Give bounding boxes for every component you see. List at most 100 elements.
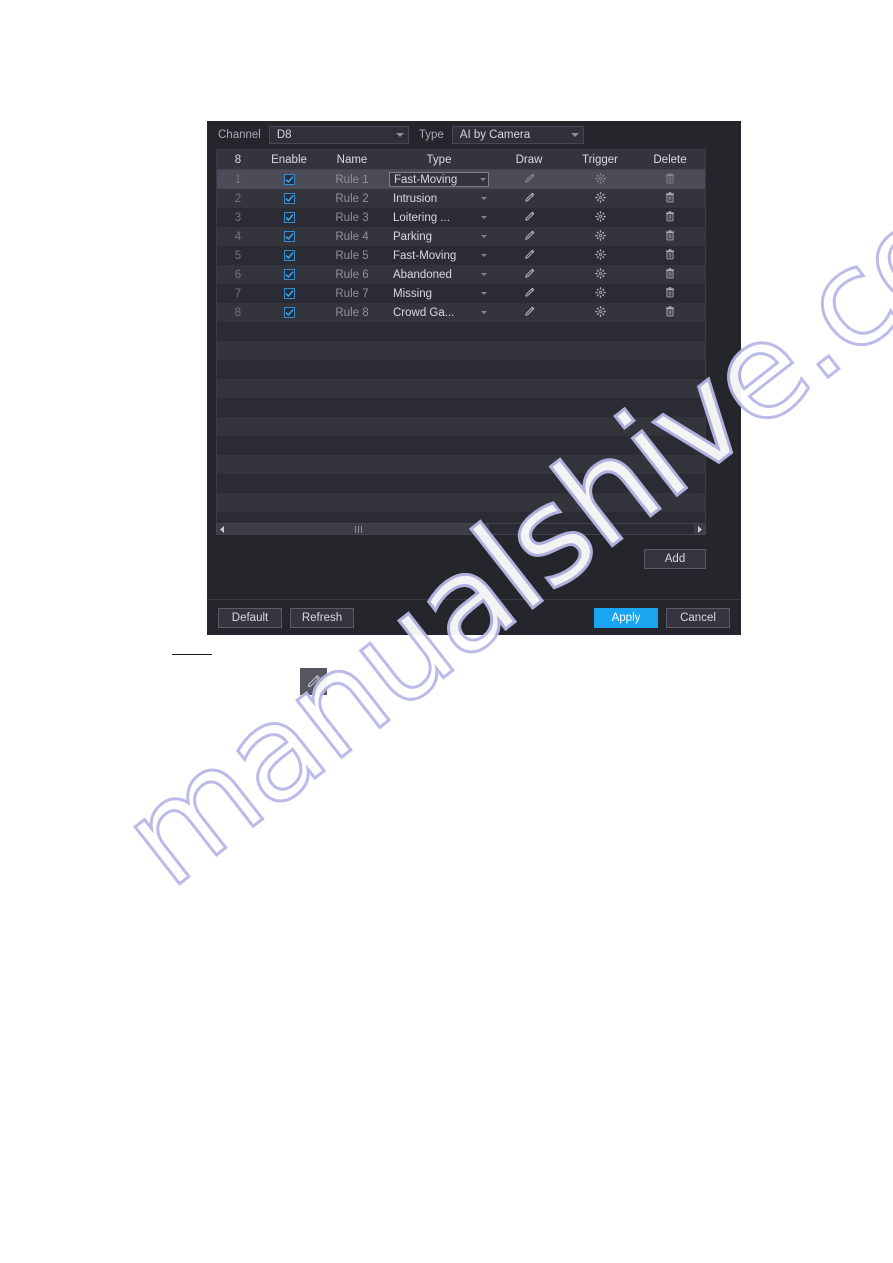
scroll-left-arrow-icon[interactable] — [217, 524, 228, 534]
chevron-down-icon — [481, 292, 487, 295]
enable-checkbox[interactable] — [283, 288, 295, 299]
table-row-empty — [217, 322, 705, 341]
channel-select[interactable]: D8 — [268, 126, 409, 144]
add-button-row: Add — [216, 549, 706, 569]
chevron-down-icon — [481, 273, 487, 276]
rule-type-value: Parking — [393, 230, 432, 243]
draw-edit-icon-button[interactable] — [300, 668, 327, 695]
rule-name: Rule 3 — [335, 211, 369, 224]
column-header-delete: Delete — [653, 153, 687, 166]
trigger-gear-icon[interactable] — [594, 267, 606, 282]
draw-pencil-icon[interactable] — [524, 192, 535, 206]
delete-trash-icon[interactable] — [665, 248, 675, 263]
table-row[interactable]: 7 Rule 7 Missing — [217, 284, 705, 303]
delete-trash-icon[interactable] — [665, 172, 675, 187]
rule-name: Rule 6 — [335, 268, 369, 281]
column-header-draw: Draw — [515, 153, 543, 166]
chevron-down-icon — [481, 216, 487, 219]
apply-button[interactable]: Apply — [594, 607, 658, 628]
table-body: 1 Rule 1 Fast-Moving 2 Rule 2 Intrusion 3 Rule … — [217, 170, 705, 533]
delete-trash-icon[interactable] — [665, 229, 675, 244]
table-row-empty — [217, 474, 705, 493]
rule-type-select[interactable]: Parking — [389, 229, 489, 244]
table-row[interactable]: 1 Rule 1 Fast-Moving — [217, 170, 705, 189]
table-row-empty — [217, 455, 705, 474]
column-header-trigger: Trigger — [582, 153, 618, 166]
enable-checkbox[interactable] — [283, 212, 295, 223]
rule-type-value: Abandoned — [393, 268, 452, 281]
draw-pencil-icon[interactable] — [524, 306, 535, 320]
rules-table: 8 Enable Name Type Draw Trigger Delete 1… — [216, 149, 706, 534]
cancel-button[interactable]: Cancel — [666, 607, 730, 628]
chevron-down-icon — [481, 197, 487, 200]
rule-type-select[interactable]: Crowd Ga... — [389, 305, 489, 320]
scrollbar-track[interactable] — [228, 524, 694, 534]
rule-type-select[interactable]: Abandoned — [389, 267, 489, 282]
delete-trash-icon[interactable] — [665, 267, 675, 282]
ai-type-select-value: AI by Camera — [459, 129, 531, 141]
trigger-gear-icon[interactable] — [594, 248, 606, 263]
row-index: 7 — [234, 287, 242, 300]
draw-pencil-icon[interactable] — [524, 249, 535, 263]
draw-pencil-icon[interactable] — [524, 173, 535, 187]
rule-type-value: Crowd Ga... — [393, 306, 455, 319]
trigger-gear-icon[interactable] — [594, 286, 606, 301]
pencil-icon — [307, 675, 320, 688]
enable-checkbox[interactable] — [283, 307, 295, 318]
draw-pencil-icon[interactable] — [524, 268, 535, 282]
draw-pencil-icon[interactable] — [524, 211, 535, 225]
chevron-down-icon — [395, 133, 404, 137]
rule-type-select[interactable]: Fast-Moving — [389, 172, 489, 187]
rule-type-select[interactable]: Missing — [389, 286, 489, 301]
table-row-empty — [217, 341, 705, 360]
row-index: 1 — [234, 173, 242, 186]
delete-trash-icon[interactable] — [665, 191, 675, 206]
table-row-empty — [217, 436, 705, 455]
trigger-gear-icon[interactable] — [594, 210, 606, 225]
rule-type-select[interactable]: Intrusion — [389, 191, 489, 206]
scrollbar-thumb[interactable] — [228, 524, 489, 534]
footer-left-buttons: Default Refresh — [218, 607, 354, 628]
ai-rule-config-dialog: Channel D8 Type AI by Camera 8 Enable Na… — [207, 121, 741, 635]
trigger-gear-icon[interactable] — [594, 172, 606, 187]
draw-pencil-icon[interactable] — [524, 230, 535, 244]
column-header-count: 8 — [234, 153, 242, 166]
trigger-gear-icon[interactable] — [594, 305, 606, 320]
refresh-button[interactable]: Refresh — [290, 607, 354, 628]
rule-type-value: Fast-Moving — [394, 173, 458, 186]
enable-checkbox[interactable] — [283, 231, 295, 242]
trigger-gear-icon[interactable] — [594, 191, 606, 206]
rule-name: Rule 2 — [335, 192, 369, 205]
trigger-gear-icon[interactable] — [594, 229, 606, 244]
rule-type-select[interactable]: Loitering ... — [389, 210, 489, 225]
delete-trash-icon[interactable] — [665, 210, 675, 225]
enable-checkbox[interactable] — [283, 193, 295, 204]
table-row[interactable]: 2 Rule 2 Intrusion — [217, 189, 705, 208]
table-row[interactable]: 5 Rule 5 Fast-Moving — [217, 246, 705, 265]
table-row[interactable]: 8 Rule 8 Crowd Ga... — [217, 303, 705, 322]
rule-type-value: Intrusion — [393, 192, 438, 205]
draw-pencil-icon[interactable] — [524, 287, 535, 301]
rule-type-select[interactable]: Fast-Moving — [389, 248, 489, 263]
table-row[interactable]: 3 Rule 3 Loitering ... — [217, 208, 705, 227]
enable-checkbox[interactable] — [283, 174, 295, 185]
default-button[interactable]: Default — [218, 607, 282, 628]
chevron-down-icon — [570, 133, 579, 137]
ai-type-select[interactable]: AI by Camera — [451, 126, 584, 144]
table-row-empty — [217, 417, 705, 436]
table-row-empty — [217, 360, 705, 379]
scroll-right-arrow-icon[interactable] — [694, 524, 705, 534]
row-index: 5 — [234, 249, 242, 262]
table-row[interactable]: 6 Rule 6 Abandoned — [217, 265, 705, 284]
table-row[interactable]: 4 Rule 4 Parking — [217, 227, 705, 246]
delete-trash-icon[interactable] — [665, 286, 675, 301]
scrollbar-grip-icon — [354, 525, 362, 533]
add-button[interactable]: Add — [644, 549, 706, 569]
channel-label: Channel — [218, 129, 261, 141]
horizontal-scrollbar[interactable] — [216, 523, 706, 535]
enable-checkbox[interactable] — [283, 250, 295, 261]
delete-trash-icon[interactable] — [665, 305, 675, 320]
table-row-empty — [217, 493, 705, 512]
enable-checkbox[interactable] — [283, 269, 295, 280]
chevron-down-icon — [480, 178, 486, 181]
